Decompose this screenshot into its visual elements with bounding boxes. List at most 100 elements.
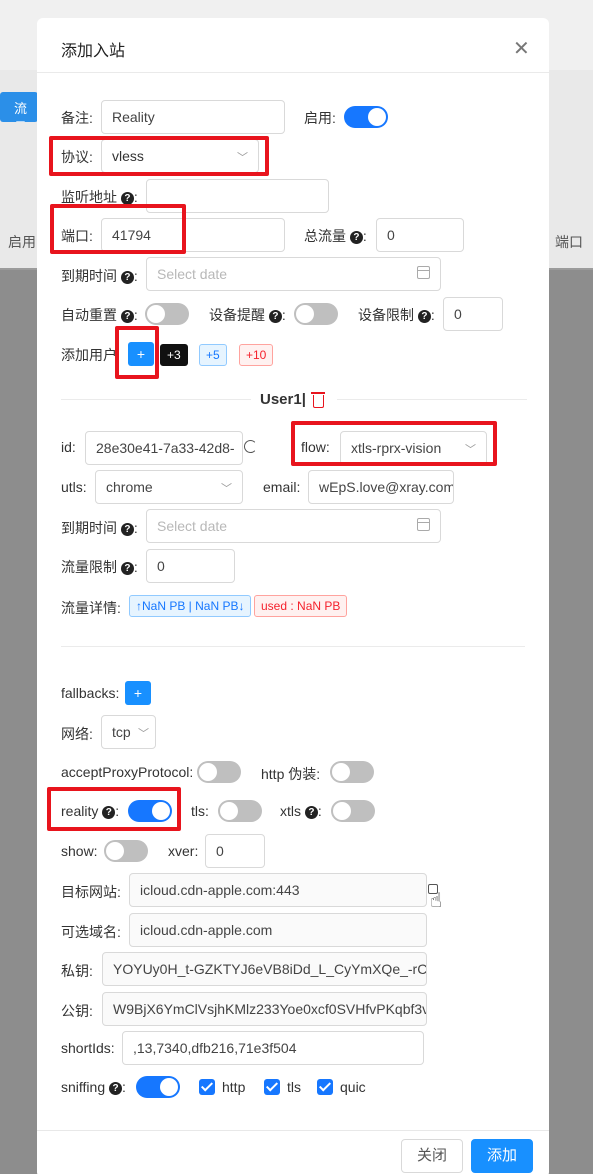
- toggle-knob: [199, 763, 217, 781]
- email-input[interactable]: wEpS.love@xray.com: [308, 470, 454, 504]
- public-key-label: 公钥:: [61, 1003, 93, 1019]
- total-traffic-input[interactable]: 0: [376, 218, 464, 252]
- accept-proxy-label: acceptProxyProtocol:: [61, 764, 194, 780]
- sniff-http-checkbox[interactable]: [199, 1079, 215, 1095]
- add-3-users-tag[interactable]: +3: [160, 344, 188, 366]
- background-enable-column: 启用: [8, 234, 36, 250]
- utls-label: utls:: [61, 479, 87, 495]
- add-5-users-tag[interactable]: +5: [199, 344, 227, 366]
- section-divider: [61, 646, 525, 647]
- add-inbound-modal: 添加入站 ✕ 备注: Reality 启用: 协议: vless ﹀ 监听地址 …: [37, 18, 549, 1174]
- traffic-detail-label: 流量详情:: [61, 600, 121, 616]
- device-limit-input[interactable]: 0: [443, 297, 503, 331]
- traffic-used-tag: used : NaN PB: [254, 595, 348, 617]
- highlight-box-port: [50, 204, 186, 254]
- background-traffic-button: 流量: [0, 92, 38, 122]
- calendar-icon: [417, 518, 430, 531]
- xtls-toggle[interactable]: [331, 800, 375, 822]
- tls-toggle[interactable]: [218, 800, 262, 822]
- toggle-knob: [160, 1078, 178, 1096]
- user-title: User1|: [260, 391, 306, 408]
- help-icon: ?: [120, 310, 134, 323]
- public-key-input[interactable]: W9BjX6YmClVsjhKMlz233Yoe0xcf0SVHfvPKqbf3…: [102, 992, 427, 1026]
- expiry-label: 到期时间 ?:: [61, 268, 138, 284]
- refresh-icon[interactable]: [244, 440, 257, 453]
- show-toggle[interactable]: [104, 840, 148, 862]
- email-label: email:: [263, 479, 301, 495]
- auto-reset-label: 自动重置 ?:: [61, 307, 138, 323]
- utls-select[interactable]: chrome ﹀: [95, 470, 243, 504]
- device-alert-toggle[interactable]: [294, 303, 338, 325]
- expiry-placeholder: Select date: [157, 266, 228, 282]
- toggle-knob: [368, 108, 386, 126]
- xver-label: xver:: [168, 843, 199, 859]
- user-expiry-label: 到期时间 ?:: [61, 520, 138, 536]
- close-icon[interactable]: ✕: [513, 36, 530, 61]
- help-icon: ?: [268, 310, 282, 323]
- device-alert-label: 设备提醒 ?:: [209, 307, 286, 323]
- enable-label: 启用:: [304, 110, 336, 126]
- modal-title: 添加入站: [61, 43, 126, 60]
- user-id-label: id:: [61, 439, 76, 455]
- network-value: tcp: [112, 724, 131, 740]
- sniffing-toggle[interactable]: [136, 1076, 180, 1098]
- remark-label: 备注:: [61, 110, 93, 126]
- network-label: 网络:: [61, 726, 93, 742]
- dest-input[interactable]: icloud.cdn-apple.com:443: [129, 873, 427, 907]
- utls-value: chrome: [106, 479, 153, 495]
- show-label: show:: [61, 843, 98, 859]
- highlight-box-reality: [47, 787, 181, 831]
- help-icon: ?: [120, 523, 134, 536]
- toggle-knob: [220, 802, 238, 820]
- fallbacks-label: fallbacks:: [61, 685, 120, 701]
- sniff-tls-label: tls: [287, 1079, 301, 1095]
- auto-reset-toggle[interactable]: [145, 303, 189, 325]
- sniffing-label: sniffing ?:: [61, 1079, 126, 1095]
- highlight-box-protocol: [49, 136, 269, 176]
- help-icon: ?: [349, 231, 363, 244]
- user-id-input[interactable]: 28e30e41-7a33-42d8-: [85, 431, 243, 465]
- traffic-limit-label: 流量限制 ?:: [61, 559, 138, 575]
- remark-input[interactable]: Reality: [101, 100, 285, 134]
- traffic-up-down-tag: ↑NaN PB | NaN PB↓: [129, 595, 252, 617]
- user-divider-left: [61, 399, 251, 400]
- sniff-quic-checkbox[interactable]: [317, 1079, 333, 1095]
- chevron-down-icon: ﹀: [138, 728, 149, 740]
- highlight-box-flow: [291, 421, 497, 466]
- sniff-http-label: http: [222, 1079, 246, 1095]
- add-10-users-tag[interactable]: +10: [239, 344, 274, 366]
- add-user-label: 添加用户: [61, 347, 117, 363]
- sniff-tls-checkbox[interactable]: [264, 1079, 280, 1095]
- toggle-knob: [332, 763, 350, 781]
- help-icon: ?: [304, 806, 318, 819]
- add-fallback-button[interactable]: +: [125, 681, 151, 705]
- help-icon: ?: [120, 271, 134, 284]
- traffic-limit-input[interactable]: 0: [146, 549, 235, 583]
- toggle-knob: [147, 305, 165, 323]
- private-key-input[interactable]: YOYUy0H_t-GZKTYJ6eVB8iDd_L_CyYmXQe_-rCP7…: [102, 952, 427, 986]
- network-select[interactable]: tcp ﹀: [101, 715, 156, 749]
- modal-header-divider: [37, 72, 549, 73]
- tls-label: tls:: [191, 803, 209, 819]
- short-ids-input[interactable]: ,13,7340,dfb216,71e3f504: [122, 1031, 424, 1065]
- toggle-knob: [106, 842, 124, 860]
- server-names-label: 可选域名:: [61, 924, 121, 940]
- highlight-box-add-user: [115, 326, 159, 379]
- user-expiry-date-picker[interactable]: Select date: [146, 509, 441, 543]
- xver-input[interactable]: 0: [205, 834, 265, 868]
- close-button[interactable]: 关闭: [401, 1139, 463, 1173]
- enable-toggle[interactable]: [344, 106, 388, 128]
- expiry-date-picker[interactable]: Select date: [146, 257, 441, 291]
- http-obfs-toggle[interactable]: [330, 761, 374, 783]
- cursor-hand-icon: ☝: [430, 890, 443, 912]
- server-names-input[interactable]: icloud.cdn-apple.com: [129, 913, 427, 947]
- chevron-down-icon: ﹀: [221, 483, 232, 495]
- trash-icon[interactable]: [311, 392, 325, 408]
- user-divider-right: [337, 399, 527, 400]
- accept-proxy-toggle[interactable]: [197, 761, 241, 783]
- total-traffic-label: 总流量 ?:: [304, 228, 367, 244]
- user-expiry-placeholder: Select date: [157, 518, 228, 534]
- add-button[interactable]: 添加: [471, 1139, 533, 1173]
- sniff-quic-label: quic: [340, 1079, 366, 1095]
- toggle-knob: [296, 305, 314, 323]
